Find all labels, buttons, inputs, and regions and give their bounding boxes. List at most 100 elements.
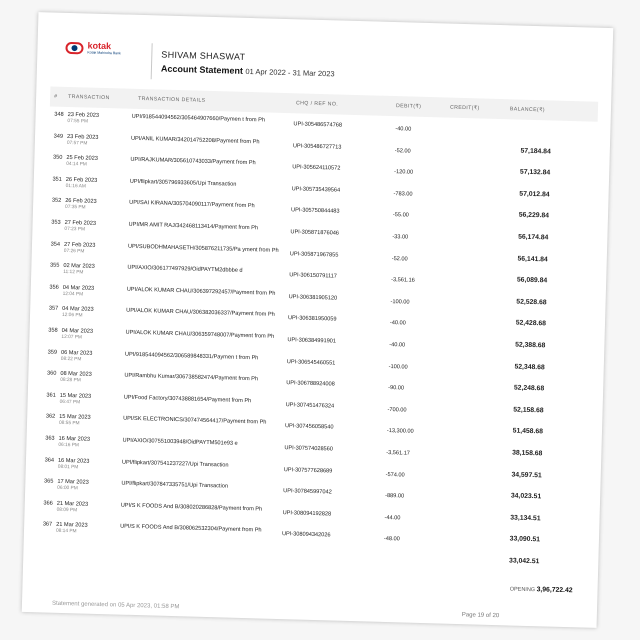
row-ref: UPI-305624110572 — [292, 164, 341, 172]
account-holder-name: SHIVAM SHASWAT — [161, 49, 246, 62]
row-balance: 52,528.68 — [516, 298, 547, 307]
statement-period: 01 Apr 2022 - 31 Mar 2023 — [245, 66, 335, 79]
row-credit — [443, 344, 483, 345]
brand-subtitle: Kotak Mahindra Bank — [87, 50, 121, 56]
row-ref: UPI-305871967855 — [289, 250, 339, 259]
row-debit: -40.00 — [389, 320, 406, 327]
row-date: 15 Mar 2023 08:55 PM — [59, 414, 115, 428]
row-debit: -120.00 — [394, 169, 414, 176]
row-details: UPI/S K FOODS And B/308062532304/Payment… — [120, 523, 262, 534]
row-time-text: 07:55 PM — [67, 118, 89, 125]
row-balance: 52,388.68 — [515, 341, 546, 350]
row-number: 365 — [43, 478, 54, 485]
row-debit: -783.00 — [393, 190, 413, 198]
row-number: 359 — [47, 349, 58, 356]
row-ref: UPI-305486574768 — [293, 121, 343, 129]
row-date: 04 Mar 2023 12:04 PM — [63, 285, 119, 299]
row-time-text: 07:23 PM — [64, 226, 86, 233]
row-credit — [446, 236, 486, 237]
row-number: 350 — [52, 154, 63, 162]
row-date: 06 Mar 2023 08:22 PM — [61, 349, 117, 363]
row-ref: UPI-307451476324 — [285, 401, 335, 410]
row-debit: -52.00 — [394, 147, 411, 155]
row-number: 358 — [48, 327, 58, 334]
row-number: 357 — [48, 305, 59, 313]
row-credit — [439, 495, 479, 496]
row-date: 27 Feb 2023 07:26 PM — [64, 241, 120, 255]
row-debit: -90.00 — [388, 385, 405, 392]
header-divider — [150, 43, 153, 80]
row-date — [56, 544, 112, 547]
row-ref: UPI-305871876046 — [290, 229, 340, 237]
row-date: 04 Mar 2023 12:06 PM — [62, 306, 118, 320]
row-credit — [448, 171, 488, 172]
row-ref: UPI-307456058540 — [284, 423, 334, 431]
row-date: 15 Mar 2023 06:47 PM — [60, 393, 116, 407]
row-credit — [440, 473, 480, 474]
row-ref — [281, 553, 381, 556]
row-ref: UPI-308094342026 — [281, 531, 331, 539]
row-debit: -100.00 — [390, 298, 410, 306]
statement-title: Account Statement 01 Apr 2022 - 31 Mar 2… — [161, 64, 335, 79]
row-date-text — [56, 544, 112, 546]
row-balance: 33,042.51 — [508, 557, 540, 566]
row-time-text: 04:14 PM — [66, 162, 87, 168]
row-date: 16 Mar 2023 08:01 PM — [58, 457, 114, 471]
row-details: UPI/RAJKUMAR/305610743033/Payment from P… — [130, 156, 256, 167]
row-ref: UPI-306545460551 — [286, 358, 336, 367]
row-balance: 34,597.51 — [511, 471, 542, 479]
row-credit — [441, 430, 481, 431]
row-date: 17 Mar 2023 06:00 PM — [57, 479, 113, 493]
row-time-text: 12:06 PM — [61, 313, 83, 319]
row-number: 354 — [50, 241, 61, 248]
row-time-text: 08:28 PM — [60, 378, 81, 384]
row-balance: 52,248.68 — [513, 384, 545, 393]
row-number: 367 — [42, 521, 53, 529]
row-details: UPI/SAI KIRANA/305704090117/Payment from… — [129, 200, 255, 210]
row-details: UPI/flipkart/305796933605/Upi Transactio… — [129, 178, 237, 188]
row-debit: -100.00 — [388, 363, 408, 371]
row-balance: 34,023.51 — [510, 492, 542, 501]
row-time-text: 08:14 PM — [55, 529, 77, 535]
opening-value: 3,96,722.42 — [536, 586, 573, 595]
col-details: TRANSACTION DETAILS — [138, 95, 206, 104]
row-time-text: 01:16 AM — [65, 183, 86, 190]
row-debit: -44.00 — [384, 514, 401, 522]
row-number: 355 — [49, 262, 60, 269]
row-ref: UPI-306788924008 — [286, 380, 335, 388]
row-ref: UPI-306150791117 — [289, 272, 338, 280]
row-credit — [448, 192, 488, 193]
row-debit: -574.00 — [385, 471, 405, 479]
row-balance: 52,428.68 — [515, 319, 547, 328]
row-balance: 56,229.84 — [518, 211, 550, 220]
row-ref: UPI-306381905120 — [288, 293, 338, 302]
row-details — [120, 546, 280, 550]
row-date: 21 Mar 2023 08:09 PM — [57, 501, 113, 515]
generated-note: Statement generated on 05 Apr 2023, 01:5… — [51, 600, 180, 611]
row-balance: 52,158.68 — [513, 406, 544, 415]
row-date: 26 Feb 2023 07:35 PM — [65, 198, 121, 212]
row-time-text: 08:22 PM — [60, 356, 82, 363]
row-time-text: 08:09 PM — [56, 507, 78, 514]
row-debit: -48.00 — [383, 536, 400, 543]
row-number: 352 — [51, 197, 62, 205]
row-credit — [449, 128, 489, 129]
row-details: UPI/AXIO/307551003948/OidPAYTM501e93 e — [122, 437, 238, 447]
row-time-text: 07:35 PM — [64, 205, 86, 211]
row-number: 366 — [43, 500, 53, 507]
row-number: 363 — [45, 435, 55, 442]
kotak-logo-icon — [65, 41, 84, 55]
row-time-text: 07:26 PM — [63, 248, 85, 255]
row-debit — [383, 558, 425, 559]
opening-label: OPENING — [509, 586, 536, 594]
row-date: 26 Feb 2023 01:16 AM — [66, 177, 122, 191]
row-ref: UPI-306384991901 — [287, 337, 337, 345]
row-date: 02 Mar 2023 11:12 PM — [63, 263, 119, 277]
col-num: # — [54, 93, 58, 100]
row-details: UPI/MR AMIT RAJ/342468113414/Payment fro… — [128, 221, 259, 232]
col-ref: CHQ / REF NO. — [295, 100, 339, 108]
row-ref: UPI-307577628689 — [283, 466, 333, 475]
row-time-text: 06:00 PM — [57, 485, 78, 492]
row-date: 21 Mar 2023 08:14 PM — [56, 522, 112, 536]
row-ref: UPI-305750844483 — [290, 207, 340, 215]
